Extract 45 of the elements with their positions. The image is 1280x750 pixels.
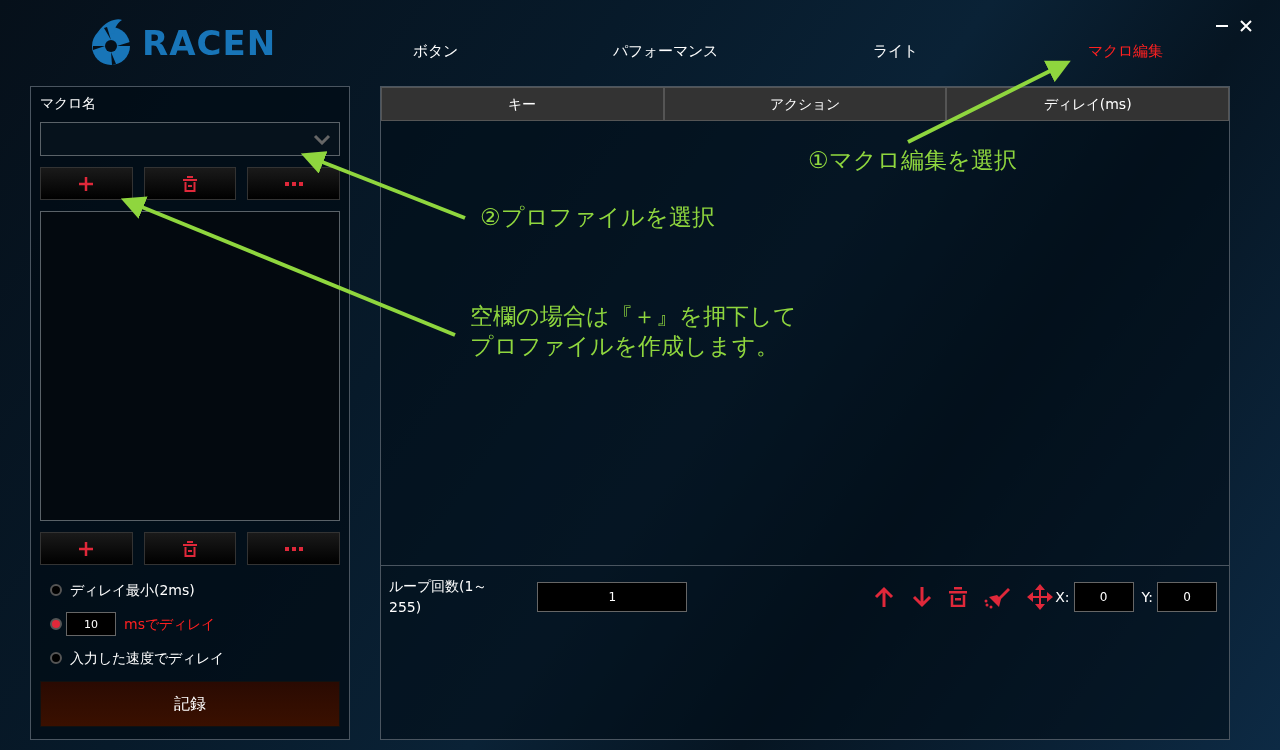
record-button[interactable]: 記録 xyxy=(40,681,340,727)
delay-field[interactable]: 10 xyxy=(66,612,116,636)
delete-button[interactable] xyxy=(143,167,237,200)
callout-text: 空欄の場合は『＋』を押下して プロファイルを作成します。 xyxy=(470,302,797,361)
radio-button[interactable] xyxy=(50,584,62,596)
radio-button[interactable] xyxy=(50,652,62,664)
nav-tab[interactable]: ボタン xyxy=(412,40,458,63)
option-label: ディレイ最小(2ms) xyxy=(70,580,195,600)
loop-label: ループ回数(1～255) xyxy=(389,577,489,617)
column-header: アクション xyxy=(663,87,947,121)
loop-count-field[interactable]: 1 xyxy=(537,582,688,612)
coord-label: X: xyxy=(1055,587,1070,607)
add-button[interactable] xyxy=(40,167,133,200)
callout-text: ①マクロ編集を選択 xyxy=(808,146,1017,175)
macro-list[interactable] xyxy=(40,211,340,521)
macro-dropdown[interactable] xyxy=(40,122,340,156)
trash-icon xyxy=(183,540,197,557)
arrow-up-icon[interactable] xyxy=(873,586,896,608)
nav-tab[interactable]: パフォーマンス xyxy=(612,40,718,63)
nav-tab[interactable]: マクロ編集 xyxy=(1087,40,1163,63)
close-icon[interactable] xyxy=(1240,20,1252,32)
plus-icon xyxy=(79,541,94,556)
column-header: ディレイ(ms) xyxy=(946,87,1229,121)
more-icon xyxy=(284,546,303,551)
callout-text: ②プロファイルを選択 xyxy=(480,203,715,232)
chevron-icon xyxy=(313,133,331,145)
move-icon[interactable] xyxy=(1027,584,1054,610)
option-label: msでディレイ xyxy=(124,614,215,634)
coord-label: Y: xyxy=(1141,587,1153,607)
coord-field[interactable]: 0 xyxy=(1073,582,1134,612)
arrow-down-icon[interactable] xyxy=(911,586,934,608)
brush-icon[interactable] xyxy=(983,585,1012,609)
trash-icon xyxy=(183,175,197,192)
panel-title: マクロ名 xyxy=(40,94,97,113)
more-button[interactable] xyxy=(247,167,340,200)
column-header: キー xyxy=(381,87,664,121)
radio-button[interactable] xyxy=(50,618,62,630)
plus-icon xyxy=(79,176,94,191)
option-label: 入力した速度でディレイ xyxy=(70,648,224,668)
nav-tab[interactable]: ライト xyxy=(872,40,918,63)
coord-field[interactable]: 0 xyxy=(1157,582,1217,612)
more-icon xyxy=(284,181,303,186)
logo-text: RACEN xyxy=(142,21,277,65)
delete-button[interactable] xyxy=(143,532,237,565)
trash-icon[interactable] xyxy=(949,587,968,607)
